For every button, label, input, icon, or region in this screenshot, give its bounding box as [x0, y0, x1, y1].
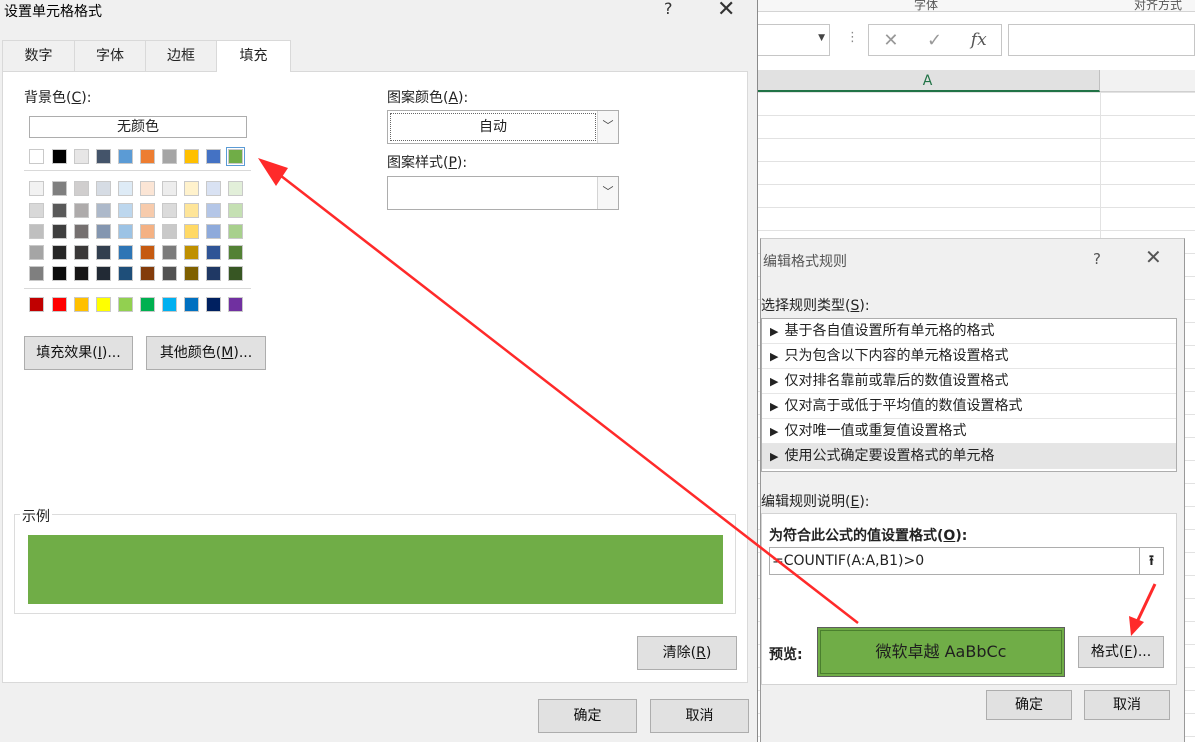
arrow-to-palette	[258, 158, 859, 624]
arrow-head	[258, 158, 288, 186]
annotation-arrows	[258, 158, 1157, 636]
arrow-to-format-button	[1129, 583, 1157, 636]
tab-fill[interactable]: 填充	[216, 40, 291, 72]
arrow-line	[275, 171, 859, 624]
arrow-head	[1129, 616, 1144, 636]
arrow-line	[1135, 583, 1157, 623]
